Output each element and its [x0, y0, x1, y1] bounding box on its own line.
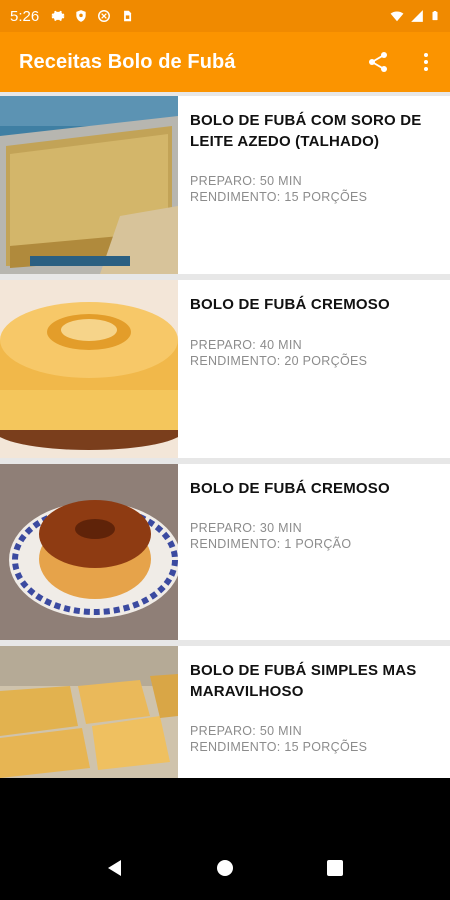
recipe-title: BOLO DE FUBÁ CREMOSO — [190, 296, 390, 313]
recipe-yield: RENDIMENTO: 15 PORÇÕES — [190, 190, 368, 204]
system-nav-bar — [0, 835, 450, 900]
signal-icon — [411, 10, 423, 22]
recipe-image — [0, 464, 178, 640]
more-options-button[interactable] — [402, 38, 450, 86]
home-icon — [217, 859, 233, 876]
sim-card-icon — [124, 10, 132, 22]
more-vert-icon — [424, 53, 428, 71]
recipe-card[interactable]: BOLO DE FUBÁ CREMOSO PREPARO: 40 MIN REN… — [0, 280, 450, 458]
recipe-card[interactable]: BOLO DE FUBÁ SIMPLES MAS MARAVILHOSO PRE… — [0, 646, 450, 778]
status-time: 5:26 — [10, 7, 40, 25]
recipe-card[interactable]: BOLO DE FUBÁ CREMOSO PREPARO: 30 MIN REN… — [0, 464, 450, 640]
battery-icon — [432, 11, 438, 21]
recipe-yield: RENDIMENTO: 1 PORÇÃO — [190, 537, 352, 551]
ring-cake-on-plate-photo — [0, 464, 178, 640]
home-button[interactable] — [201, 844, 249, 892]
recipe-prep-time: PREPARO: 50 MIN — [190, 724, 302, 738]
recents-button[interactable] — [311, 844, 359, 892]
recipe-title: BOLO DE FUBÁ CREMOSO — [190, 480, 390, 497]
app-bar: Receitas Bolo de Fubá — [0, 32, 450, 92]
status-bar: 5:26 — [0, 0, 450, 32]
recipe-prep-time: PREPARO: 40 MIN — [190, 338, 302, 352]
app-title: Receitas Bolo de Fubá — [19, 50, 236, 73]
recipe-image — [0, 646, 178, 778]
shield-icon — [76, 10, 86, 22]
recipe-yield: RENDIMENTO: 20 PORÇÕES — [190, 354, 368, 368]
recipe-yield: RENDIMENTO: 15 PORÇÕES — [190, 740, 368, 754]
recipe-title: BOLO DE FUBÁ COM SORO DE LEITE AZEDO (TA… — [190, 112, 422, 150]
recipe-prep-time: PREPARO: 30 MIN — [190, 521, 302, 535]
cake-squares-photo — [0, 646, 178, 778]
recipe-title: BOLO DE FUBÁ SIMPLES MAS MARAVILHOSO — [190, 662, 417, 700]
sheet-cake-photo — [0, 96, 178, 274]
recipe-prep-time: PREPARO: 50 MIN — [190, 174, 302, 188]
bundt-cake-photo — [0, 280, 178, 458]
recipe-image — [0, 280, 178, 458]
recipe-image — [0, 96, 178, 274]
empty-area — [0, 778, 450, 835]
recents-icon — [327, 859, 343, 876]
back-button[interactable] — [91, 844, 139, 892]
at-sign-icon — [98, 10, 111, 22]
gear-icon — [51, 10, 65, 22]
share-button[interactable] — [354, 38, 402, 86]
recipe-list[interactable]: BOLO DE FUBÁ COM SORO DE LEITE AZEDO (TA… — [0, 92, 450, 778]
share-icon — [369, 52, 387, 72]
recipe-card[interactable]: BOLO DE FUBÁ COM SORO DE LEITE AZEDO (TA… — [0, 96, 450, 274]
wifi-icon — [390, 11, 404, 22]
back-icon — [108, 859, 121, 876]
